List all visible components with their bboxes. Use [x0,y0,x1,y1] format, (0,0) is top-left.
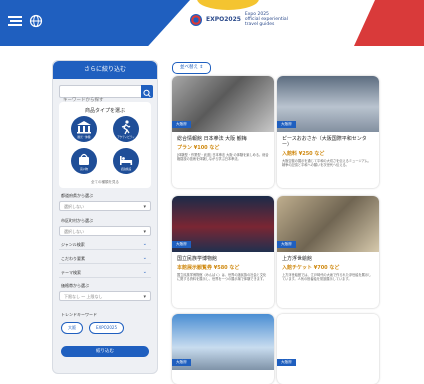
area-badge: 大阪府 [277,121,296,128]
type-label: アクティビティ [117,136,135,139]
product-card[interactable]: 大阪府 総合情報館 日本拳法 大阪 観梅 プラン ¥100 など [体験型・作業… [172,76,274,188]
all-types-link[interactable]: 全ての種類を見る [59,180,151,185]
product-card[interactable]: 大阪府 国立民族学博物館 本館展示観覧券 ¥580 など 国立民族学博物館（みん… [172,196,274,308]
card-image: 大阪府 [277,196,379,252]
card-description: [体験型・作業型・武道] 日本拳法 大阪 の体験を楽しめる。総合格闘技の技術を体… [177,153,269,161]
card-title: 上方浮世絵館 [282,256,313,262]
expo-logo-mark [190,13,202,26]
tag-expo2025[interactable]: EXPO2025 [89,322,125,334]
logo-wordmark: EXPO2025 [206,16,241,23]
area-badge: 大阪府 [172,359,191,366]
card-image: 大阪府 [172,314,274,370]
accordion-theme[interactable]: テーマ検索 ⌄ [59,267,151,278]
chevron-down-icon: ⌄ [142,269,147,275]
edge-marker [0,20,10,22]
area-value: 選択しない [64,204,84,209]
card-image: 大阪府 [172,196,274,252]
product-card[interactable]: 大阪府 ピースおおさか（大阪国際平和センター） 入館料 ¥250 など 大阪空襲… [277,76,379,188]
accordion-features[interactable]: こだわり要素 ⌄ [59,253,151,264]
area-badge: 大阪府 [172,121,191,128]
header-yellow-accent [197,0,259,10]
accordion-genre[interactable]: ジャンル検索 ⌄ [59,239,151,250]
card-title: 総合情報館 日本拳法 大阪 観梅 [177,136,247,142]
type-shopping[interactable]: 買い物 [71,148,97,174]
area-badge: 大阪府 [277,359,296,366]
search-button[interactable] [141,85,153,98]
product-card[interactable]: 大阪府 [172,314,274,384]
card-price: 本館展示観覧券 ¥580 など [177,265,240,271]
accordion-label: ジャンル検索 [61,242,85,247]
city-label: 市区町村から選ぶ [61,218,93,223]
card-price: 入館料 ¥250 など [282,151,325,157]
product-type-panel: 商品タイプを選ぶ 観光・体験 アクティビティ 買い物 宿泊施設 全ての種類を見る [59,102,151,188]
card-price: プラン ¥100 など [177,145,220,151]
city-value: 選択しない [64,229,84,234]
chevron-down-icon: ⌄ [142,255,147,261]
trending-label: トレンドキーワード [61,312,97,317]
chevron-down-icon: ▾ [143,229,146,235]
area-badge: 大阪府 [277,241,296,248]
price-label: 価格帯から選ぶ [61,283,89,288]
type-accommodation[interactable]: 宿泊施設 [113,148,139,174]
card-price: 入館チケット ¥700 など [282,265,340,271]
type-label: 宿泊施設 [120,168,132,171]
filter-sidebar: さらに絞り込む 商品タイプを選ぶ 観光・体験 [52,60,158,374]
filter-title: さらに絞り込む [53,61,157,79]
chevron-down-icon: ▾ [143,204,146,210]
area-badge: 大阪府 [172,241,191,248]
keyword-search [59,85,153,104]
expo-logo[interactable]: EXPO2025 Expo 2025 official experiential… [190,12,288,27]
logo-subtitle: Expo 2025 official experiential travel g… [244,12,288,27]
sort-label: 並べ替え [180,65,198,70]
chevron-down-icon: ⌄ [142,241,147,247]
product-card[interactable]: 大阪府 [277,314,379,384]
top-header: EXPO2025 Expo 2025 official experiential… [0,0,424,46]
card-image: 大阪府 [277,76,379,132]
chevron-down-icon: ▾ [143,294,146,300]
card-image: 大阪府 [172,76,274,132]
search-icon [143,89,151,98]
card-title: ピースおおさか（大阪国際平和センター） [282,136,367,148]
apply-filter-button[interactable]: 絞り込む [61,346,149,357]
hamburger-menu-icon[interactable] [8,16,22,26]
card-title: 国立民族学博物館 [177,256,218,262]
sort-button[interactable]: 並べ替え ⇕ [172,62,212,74]
area-select[interactable]: 選択しない ▾ [59,201,151,211]
city-select[interactable]: 選択しない ▾ [59,226,151,236]
price-select[interactable]: 下限なし 〜 上限なし ▾ [59,291,151,301]
type-activity[interactable]: アクティビティ [113,116,139,142]
price-value: 下限なし 〜 上限なし [64,294,103,299]
product-card[interactable]: 大阪府 上方浮世絵館 入館チケット ¥700 など 上方浮世絵館では、江戸時代の… [277,196,379,308]
accordion-label: テーマ検索 [61,270,81,275]
tag-osaka[interactable]: 大阪 [61,322,83,334]
card-description: 国立民族学博物館（みんぱく）は、世界の諸民族の社会と文化に関する資料を展示し、世… [177,273,267,281]
type-label: 観光・体験 [77,136,91,139]
area-label: 都道府県から選ぶ [61,193,93,198]
type-label: 買い物 [80,168,88,171]
product-type-title: 商品タイプを選ぶ [84,108,125,114]
header-red-band [354,0,424,46]
card-description: 大阪空襲の展示を通じて平和の大切さを伝えるミュージアム。戦争の記憶と平和への願い… [282,159,371,167]
globe-icon[interactable] [29,14,43,28]
card-description: 上方浮世絵館では、江戸時代の大坂で作られた浮世絵を展示しています。人気の役者絵を… [282,273,372,281]
accordion-label: こだわり要素 [61,256,85,261]
type-sightseeing[interactable]: 観光・体験 [71,116,97,142]
card-image: 大阪府 [277,314,379,370]
